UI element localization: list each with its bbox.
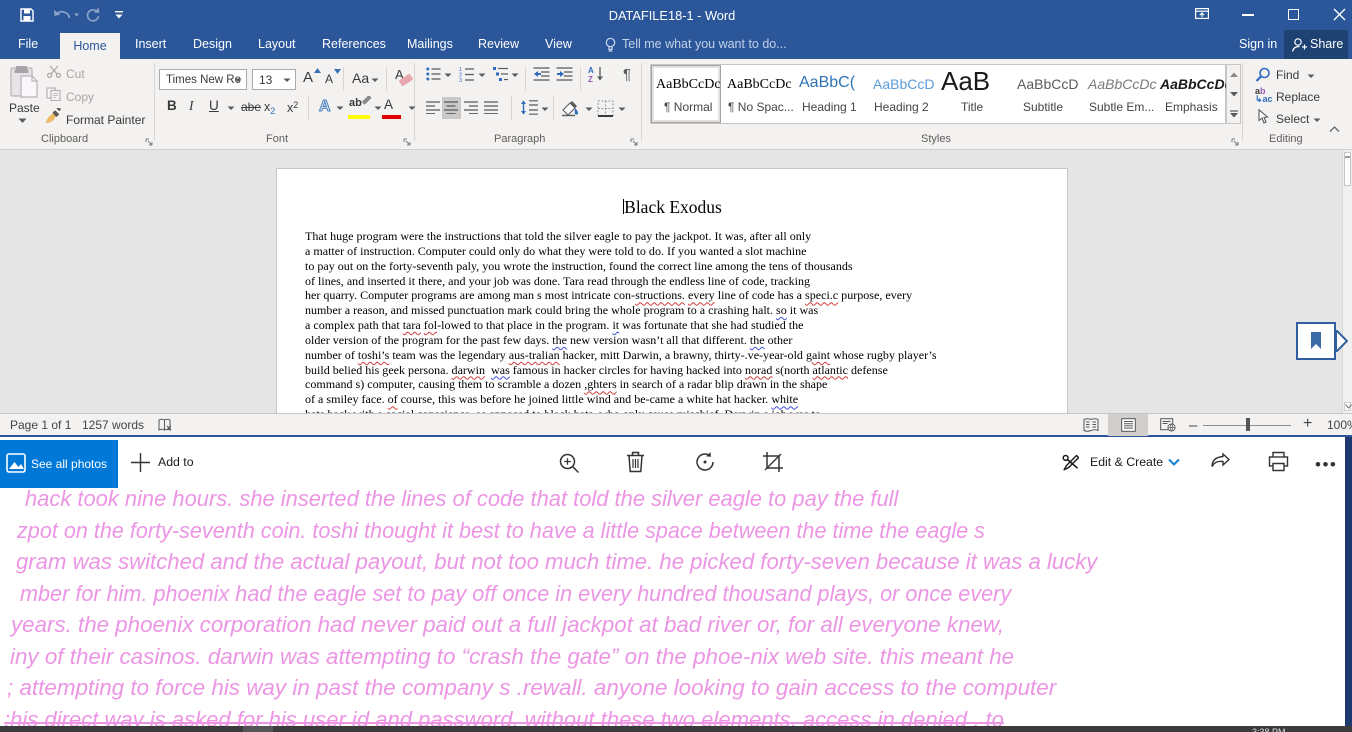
svg-text:A: A [319,98,331,115]
svg-text:3: 3 [459,78,462,82]
svg-text:A: A [588,66,594,75]
svg-text:Z: Z [588,75,593,82]
